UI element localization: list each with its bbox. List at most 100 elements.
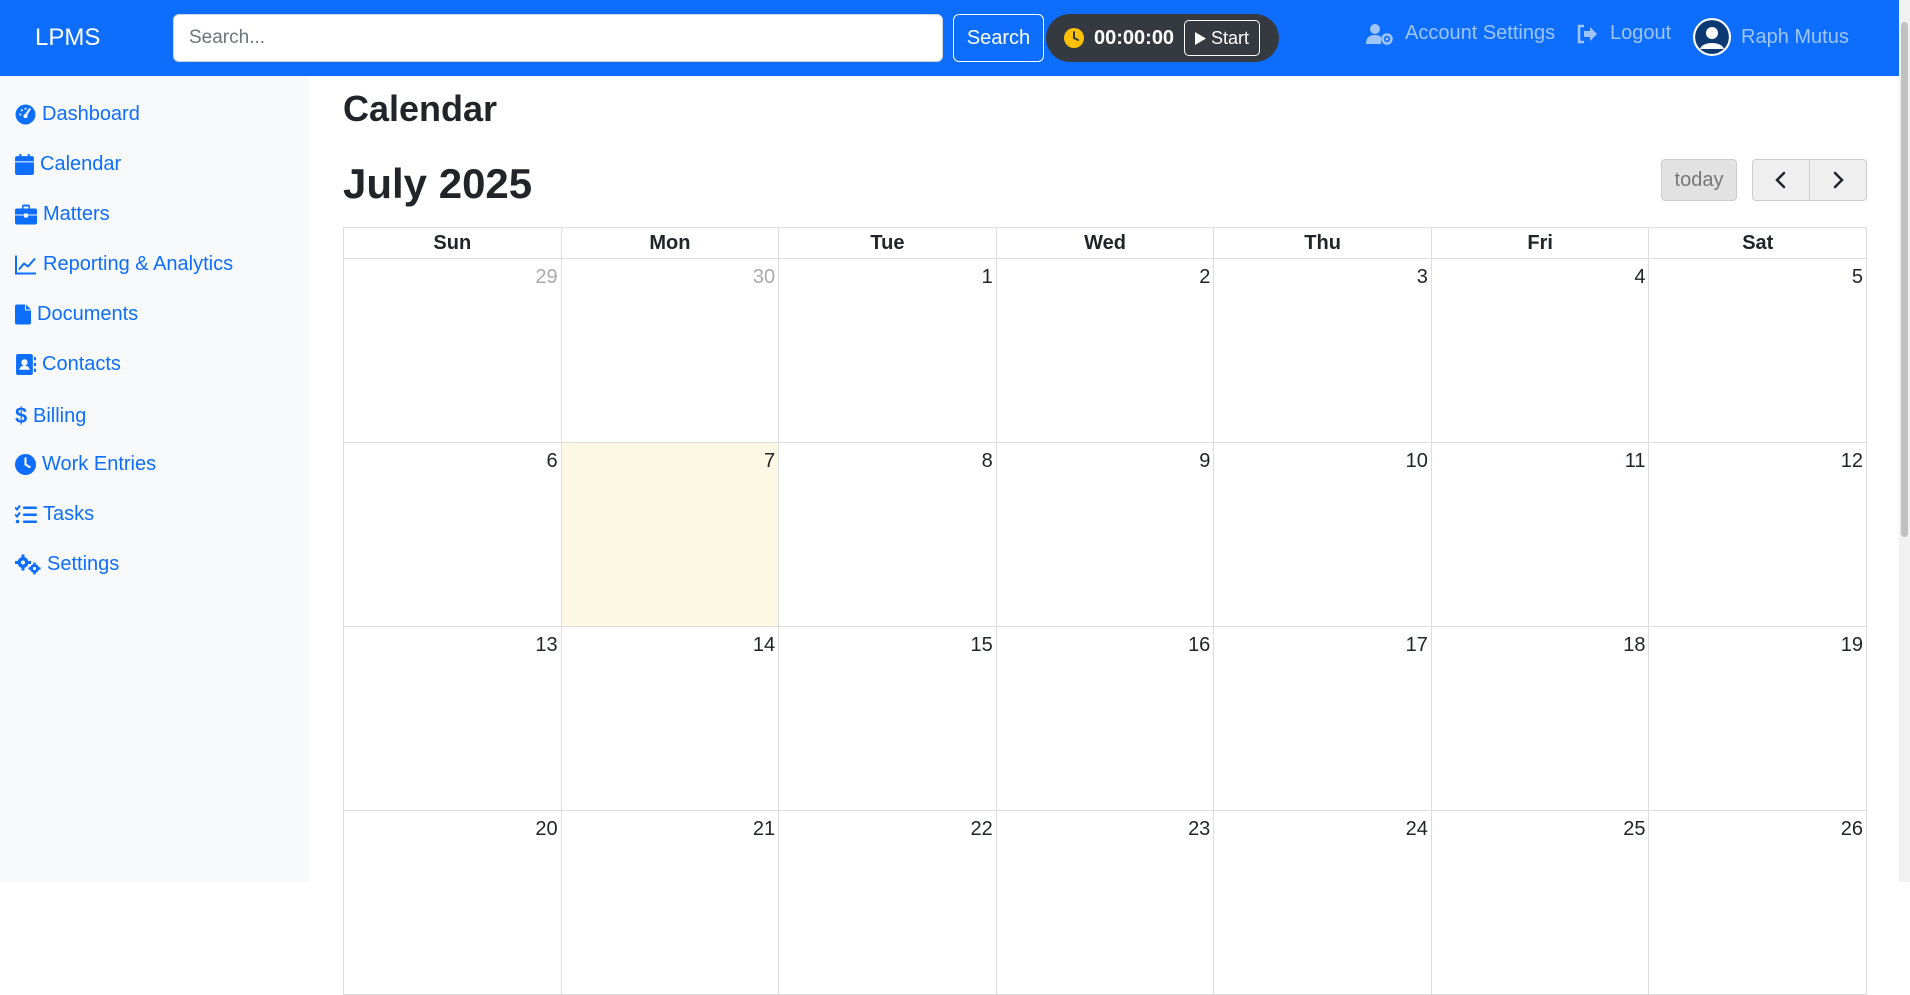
today-button[interactable]: today — [1661, 159, 1737, 201]
file-icon — [15, 304, 31, 325]
sign-out-icon — [1577, 24, 1597, 43]
calendar-day-cell[interactable]: 18 — [1430, 627, 1649, 810]
day-number[interactable]: 30 — [753, 266, 775, 289]
day-number[interactable]: 10 — [1406, 450, 1428, 473]
day-number[interactable]: 9 — [1199, 450, 1210, 473]
calendar-day-cell[interactable]: 1 — [778, 259, 996, 442]
day-number[interactable]: 5 — [1852, 266, 1863, 289]
calendar-day-cell[interactable]: 17 — [1213, 627, 1431, 810]
day-number[interactable]: 3 — [1417, 266, 1428, 289]
scrollbar-thumb[interactable] — [1901, 22, 1908, 537]
day-number[interactable]: 13 — [535, 634, 557, 657]
sidebar-item-label: Dashboard — [42, 103, 140, 125]
logout-label: Logout — [1610, 22, 1672, 44]
cogs-icon — [15, 554, 41, 575]
day-number[interactable]: 18 — [1623, 634, 1645, 657]
calendar-day-cell[interactable]: 15 — [778, 627, 996, 810]
weekday-header: Thu — [1213, 228, 1431, 258]
play-icon — [1195, 31, 1206, 45]
calendar-day-cell[interactable]: 29 — [344, 259, 561, 442]
calendar-day-cell[interactable]: 4 — [1430, 259, 1649, 442]
timer-start-button[interactable]: Start — [1184, 20, 1260, 56]
user-cog-icon — [1366, 23, 1393, 45]
brand-logo[interactable]: LPMS — [35, 24, 100, 52]
day-number[interactable]: 17 — [1406, 634, 1428, 657]
account-settings-label: Account Settings — [1405, 22, 1556, 44]
day-number[interactable]: 23 — [1188, 818, 1210, 841]
calendar-icon — [15, 154, 34, 175]
calendar-day-cell[interactable]: 5 — [1648, 259, 1866, 442]
day-number[interactable]: 6 — [546, 450, 557, 473]
day-number[interactable]: 21 — [753, 818, 775, 841]
tasks-icon — [15, 504, 37, 524]
calendar-day-cell[interactable]: 3 — [1213, 259, 1431, 442]
sidebar-item-documents[interactable]: Documents — [15, 303, 138, 326]
sidebar-item-calendar[interactable]: Calendar — [15, 153, 121, 176]
calendar-day-cell[interactable]: 9 — [995, 443, 1214, 626]
day-number[interactable]: 25 — [1623, 818, 1645, 841]
next-month-button[interactable] — [1809, 160, 1866, 200]
sidebar-item-settings[interactable]: Settings — [15, 553, 119, 576]
weekday-header: Tue — [778, 228, 996, 258]
day-number[interactable]: 26 — [1841, 818, 1863, 841]
day-number[interactable]: 20 — [535, 818, 557, 841]
day-number[interactable]: 1 — [982, 266, 993, 289]
weekday-header: Sun — [433, 232, 472, 254]
day-number[interactable]: 22 — [970, 818, 992, 841]
day-number[interactable]: 11 — [1625, 450, 1646, 473]
calendar-day-cell[interactable]: 2 — [995, 259, 1214, 442]
calendar-day-cell[interactable]: 25 — [1430, 811, 1649, 994]
day-number[interactable]: 14 — [753, 634, 775, 657]
calendar-month-title: July 2025 — [343, 160, 533, 207]
calendar-day-cell[interactable]: 16 — [995, 627, 1214, 810]
account-settings-link[interactable]: Account Settings — [1366, 22, 1555, 45]
calendar-day-cell[interactable]: 23 — [995, 811, 1214, 994]
avatar — [1693, 18, 1731, 56]
calendar-day-cell[interactable]: 12 — [1648, 443, 1866, 626]
calendar-day-cell[interactable]: 22 — [778, 811, 996, 994]
prev-month-button[interactable] — [1753, 160, 1809, 200]
calendar-day-cell[interactable]: 14 — [560, 627, 779, 810]
calendar-day-cell[interactable]: 6 — [344, 443, 561, 626]
calendar-day-cell[interactable]: 10 — [1213, 443, 1431, 626]
calendar-day-cell[interactable]: 19 — [1648, 627, 1866, 810]
user-menu[interactable]: Raph Mutus — [1693, 18, 1849, 56]
sidebar-item-reporting[interactable]: Reporting & Analytics — [15, 253, 233, 276]
day-number[interactable]: 19 — [1841, 634, 1863, 657]
day-number[interactable]: 8 — [982, 450, 993, 473]
calendar-day-cell[interactable]: 30 — [560, 259, 779, 442]
sidebar-item-billing[interactable]: $ Billing — [15, 403, 86, 429]
weekday-header: Sat — [1648, 228, 1866, 258]
sidebar-item-contacts[interactable]: Contacts — [15, 353, 121, 376]
page-scrollbar[interactable] — [1899, 0, 1910, 882]
tachometer-icon — [15, 104, 36, 125]
calendar-day-cell[interactable]: 24 — [1213, 811, 1431, 994]
sidebar-item-tasks[interactable]: Tasks — [15, 503, 94, 526]
calendar-day-cell[interactable]: 26 — [1648, 811, 1866, 994]
day-number[interactable]: 24 — [1406, 818, 1428, 841]
calendar-day-cell[interactable]: 11 — [1430, 443, 1649, 626]
search-input[interactable] — [173, 14, 943, 62]
logout-link[interactable]: Logout — [1576, 22, 1671, 45]
sidebar-item-work-entries[interactable]: Work Entries — [15, 453, 156, 476]
search-button[interactable]: Search — [953, 14, 1044, 62]
day-number[interactable]: 4 — [1634, 266, 1645, 289]
sidebar-item-matters[interactable]: Matters — [15, 203, 110, 226]
day-number[interactable]: 29 — [535, 266, 557, 289]
day-number[interactable]: 7 — [764, 450, 775, 473]
day-number[interactable]: 15 — [970, 634, 992, 657]
calendar-day-cell[interactable]: 8 — [778, 443, 996, 626]
day-number[interactable]: 16 — [1188, 634, 1210, 657]
calendar-day-cell[interactable]: 7 — [560, 443, 779, 626]
calendar-day-cell[interactable]: 20 — [344, 811, 561, 994]
sidebar-item-label: Billing — [33, 404, 87, 427]
day-number[interactable]: 2 — [1199, 266, 1210, 289]
calendar-day-cell[interactable]: 13 — [344, 627, 561, 810]
weekday-header: Wed — [995, 228, 1214, 258]
day-number[interactable]: 12 — [1841, 450, 1863, 473]
sidebar-item-dashboard[interactable]: Dashboard — [15, 103, 140, 126]
calendar-day-cell[interactable]: 21 — [560, 811, 779, 994]
sidebar-item-label: Work Entries — [42, 453, 157, 475]
address-book-icon — [16, 354, 36, 375]
page-title: Calendar — [343, 88, 498, 129]
